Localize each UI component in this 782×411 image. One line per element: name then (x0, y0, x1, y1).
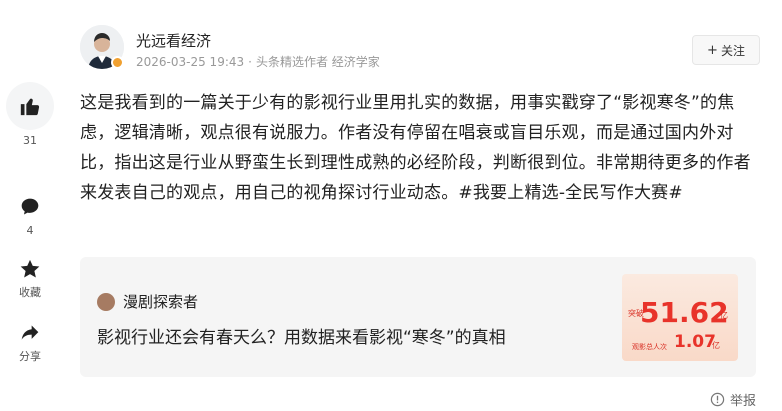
author-title: 头条精选作者 经济学家 (255, 55, 380, 69)
follow-button[interactable]: + 关注 (692, 35, 760, 65)
report-icon (710, 392, 725, 407)
thumbnail-label-2: 观影总人次 (632, 343, 667, 351)
thumbnail-number-2: 1.07 (674, 332, 716, 352)
share-button[interactable]: 分享 (0, 320, 60, 364)
post-body: 这是我看到的一篇关于少有的影视行业里用扎实的数据，用事实戳穿了“影视寒冬”的焦虑… (80, 93, 751, 203)
like-button[interactable]: 31 (0, 82, 60, 148)
post-header: 光远看经济 2026-03-25 19:43 · 头条精选作者 经济学家 + 关注 (80, 25, 760, 71)
thumbnail-number-1: 51.62 (640, 296, 729, 329)
author-name[interactable]: 光远看经济 (136, 30, 211, 51)
thumbnail-unit-1: 亿 (720, 311, 728, 320)
quoted-author-name: 漫剧探索者 (123, 293, 199, 311)
verified-badge-icon (111, 56, 124, 69)
quoted-author-avatar (97, 292, 115, 311)
favorite-label: 收藏 (19, 286, 41, 299)
post-meta: 2026-03-25 19:43 · 头条精选作者 经济学家 (136, 53, 380, 70)
share-icon (0, 320, 60, 346)
star-icon (0, 256, 60, 282)
article-thumbnail[interactable]: 突破 51.62 亿 观影总人次 1.07 亿 (622, 274, 738, 361)
thumbnail-unit-2: 亿 (712, 341, 720, 350)
comment-button[interactable]: 4 (0, 194, 60, 238)
thumbs-up-icon (19, 95, 41, 117)
follow-label: 关注 (720, 43, 745, 58)
quoted-article-title[interactable]: 影视行业还会有春天么？用数据来看影视“寒冬”的真相 (97, 323, 506, 348)
quoted-author[interactable]: 漫剧探索者 (97, 291, 198, 312)
post-date: 2026-03-25 19:43 (136, 55, 245, 69)
report-button[interactable]: 举报 (710, 390, 756, 409)
report-label: 举报 (729, 394, 756, 409)
quoted-article-card[interactable]: 漫剧探索者 影视行业还会有春天么？用数据来看影视“寒冬”的真相 突破 51.62… (80, 257, 756, 377)
favorite-button[interactable]: 收藏 (0, 256, 60, 300)
like-count: 31 (23, 134, 37, 147)
share-label: 分享 (19, 350, 41, 363)
plus-icon: + (707, 42, 718, 58)
comment-count: 4 (26, 224, 34, 237)
meta-separator: · (248, 55, 252, 69)
comment-icon (0, 194, 60, 220)
